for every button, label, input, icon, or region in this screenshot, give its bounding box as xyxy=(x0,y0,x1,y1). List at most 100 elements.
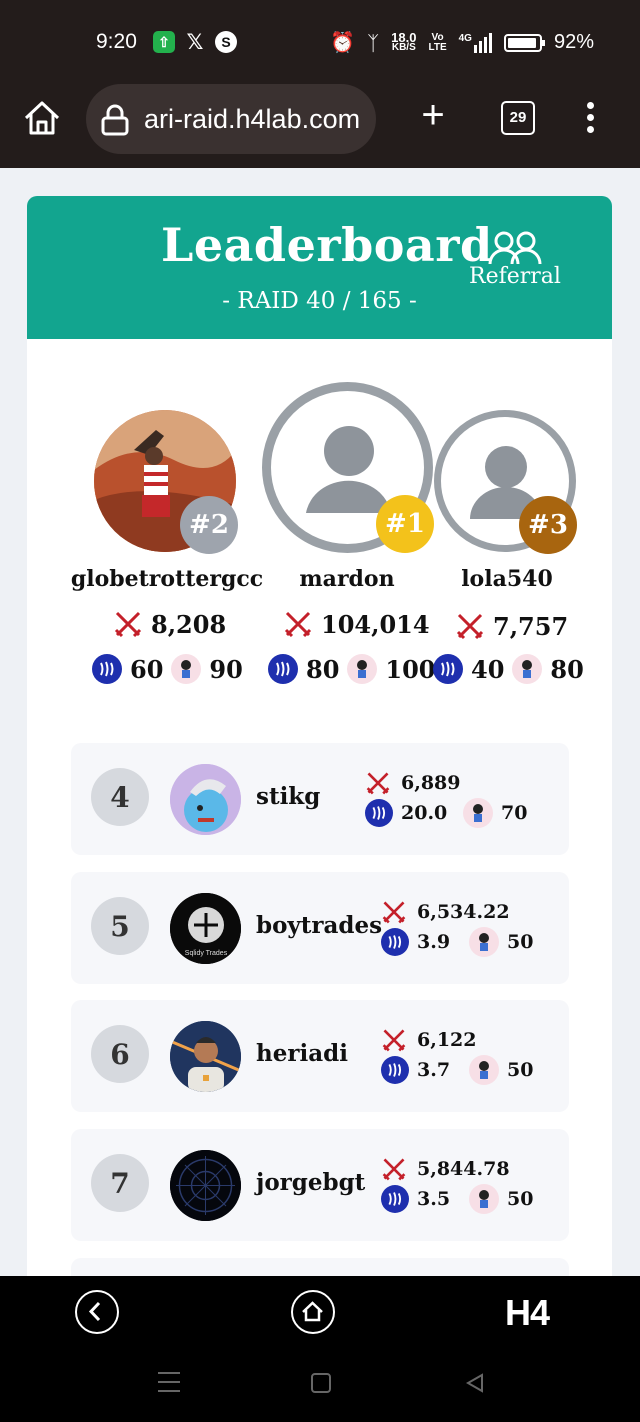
podium-2-name[interactable]: globetrottergcc xyxy=(67,566,267,592)
browser-menu-button[interactable] xyxy=(583,102,597,136)
podium-2-rank-badge: #2 xyxy=(180,496,238,554)
crossed-swords-icon xyxy=(114,611,142,638)
character-icon xyxy=(469,927,499,957)
podium-2-rewards: 60 90 xyxy=(92,654,243,684)
row-stats: 5,844.78 3.5 50 xyxy=(381,1154,533,1214)
podium-2-damage: 8,208 xyxy=(113,609,226,639)
steem-icon xyxy=(268,654,298,684)
character-icon xyxy=(469,1184,499,1214)
podium-1-steem-value: 80 xyxy=(306,654,340,684)
crossed-swords-icon xyxy=(284,611,312,638)
row-avatar[interactable] xyxy=(170,1150,241,1221)
row-stats: 6,889 20.0 70 xyxy=(365,768,527,828)
volte-top: Vo xyxy=(431,31,444,43)
home-icon xyxy=(302,1301,323,1322)
referral-users-icon xyxy=(488,231,542,265)
row-damage: 5,844.78 xyxy=(417,1158,510,1180)
row-username[interactable]: boytrades xyxy=(256,912,382,939)
podium-2-damage-value: 8,208 xyxy=(151,609,227,639)
character-icon xyxy=(469,1055,499,1085)
row-char-value: 70 xyxy=(501,802,528,824)
volte-bottom: LTE xyxy=(428,41,447,53)
avatar-image xyxy=(170,1150,241,1221)
signal-icon: 4G xyxy=(458,32,492,53)
podium-2-steem-value: 60 xyxy=(130,654,164,684)
character-icon xyxy=(512,654,543,684)
character-icon xyxy=(463,798,493,828)
podium-1-char-value: 100 xyxy=(385,654,436,684)
referral-button[interactable]: Referral xyxy=(465,230,565,289)
row-rank: 4 xyxy=(91,768,149,826)
row-steem: 3.7 xyxy=(417,1059,451,1081)
row-avatar[interactable] xyxy=(170,764,241,835)
referral-label: Referral xyxy=(469,264,561,289)
h4-logo[interactable]: H4 xyxy=(505,1292,550,1334)
row-username[interactable]: jorgebgt xyxy=(256,1169,365,1196)
podium-1-rank-badge: #1 xyxy=(376,495,434,553)
system-nav-bar xyxy=(0,1344,640,1422)
status-time: 9:20 xyxy=(96,30,137,53)
lock-icon xyxy=(101,104,129,136)
row-rank: 6 xyxy=(91,1025,149,1083)
leaderboard-row[interactable]: 7 jorgebgt 5,844.78 3.5 50 xyxy=(71,1129,569,1241)
steem-icon xyxy=(381,1056,409,1084)
podium-1-name[interactable]: mardon xyxy=(267,566,427,592)
battery-percent: 92% xyxy=(553,31,594,53)
row-username[interactable]: stikg xyxy=(256,783,320,810)
browser-home-button[interactable] xyxy=(22,98,62,138)
alarm-icon: ⏰ xyxy=(330,32,356,54)
row-username[interactable]: heriadi xyxy=(256,1040,348,1067)
volte-indicator: Vo LTE xyxy=(428,31,447,53)
row-avatar[interactable]: Sqlidy Trades xyxy=(170,893,241,964)
home-icon xyxy=(24,101,60,135)
podium-3-damage-value: 7,757 xyxy=(493,611,569,641)
url-bar[interactable]: ari-raid.h4lab.com xyxy=(86,84,376,154)
bluetooth-icon: ᛉ xyxy=(367,30,380,55)
leaderboard-row[interactable]: 5 Sqlidy Trades boytrades 6,534.22 3.9 5… xyxy=(71,872,569,984)
avatar-image xyxy=(170,764,241,835)
row-steem: 3.5 xyxy=(417,1188,451,1210)
x-icon: 𝕏 xyxy=(186,30,204,54)
character-icon xyxy=(347,654,378,684)
tab-switcher-button[interactable]: 29 xyxy=(501,101,535,135)
row-damage: 6,534.22 xyxy=(417,901,510,923)
signal-label: 4G xyxy=(458,32,472,44)
leaderboard-row[interactable]: 6 heriadi 6,122 3.7 50 xyxy=(71,1000,569,1112)
row-stats: 6,122 3.7 50 xyxy=(381,1025,533,1085)
chevron-left-icon xyxy=(88,1301,101,1322)
avatar-caption: Sqlidy Trades xyxy=(185,950,228,957)
leaderboard-row-partial[interactable] xyxy=(71,1258,569,1276)
nav-back-button[interactable] xyxy=(75,1290,119,1334)
row-char-value: 50 xyxy=(507,1059,534,1081)
crossed-swords-icon xyxy=(382,1158,406,1181)
podium-1-rewards: 80 100 xyxy=(268,654,436,684)
net-speed: 18.0 KB/S xyxy=(391,31,416,53)
row-rank: 5 xyxy=(91,897,149,955)
page-content: Leaderboard - RAID 40 / 165 - Referral #… xyxy=(0,168,640,1276)
leaderboard-row[interactable]: 4 stikg 6,889 20.0 70 xyxy=(71,743,569,855)
row-stats: 6,534.22 3.9 50 xyxy=(381,897,533,957)
row-damage: 6,122 xyxy=(417,1029,477,1051)
page-title: Leaderboard xyxy=(161,218,493,272)
character-icon xyxy=(171,654,202,684)
nav-home-button[interactable] xyxy=(291,1290,335,1334)
new-tab-button[interactable]: + xyxy=(416,95,450,135)
recent-apps-button[interactable] xyxy=(158,1372,180,1392)
row-char-value: 50 xyxy=(507,931,534,953)
avatar-image: Sqlidy Trades xyxy=(170,893,241,964)
url-text: ari-raid.h4lab.com xyxy=(144,103,361,134)
steem-icon xyxy=(381,1185,409,1213)
crossed-swords-icon xyxy=(366,772,390,795)
row-steem: 20.0 xyxy=(401,802,448,824)
steem-icon xyxy=(381,928,409,956)
system-back-button[interactable] xyxy=(464,1372,486,1394)
podium-3-name[interactable]: lola540 xyxy=(442,566,572,592)
row-avatar[interactable] xyxy=(170,1021,241,1092)
battery-icon xyxy=(503,33,545,52)
crossed-swords-icon xyxy=(382,901,406,924)
podium-3-char-value: 80 xyxy=(550,654,584,684)
row-char-value: 50 xyxy=(507,1188,534,1210)
system-home-button[interactable] xyxy=(311,1373,331,1393)
podium-2-char-value: 90 xyxy=(209,654,243,684)
podium-3-rank-badge: #3 xyxy=(519,496,577,554)
